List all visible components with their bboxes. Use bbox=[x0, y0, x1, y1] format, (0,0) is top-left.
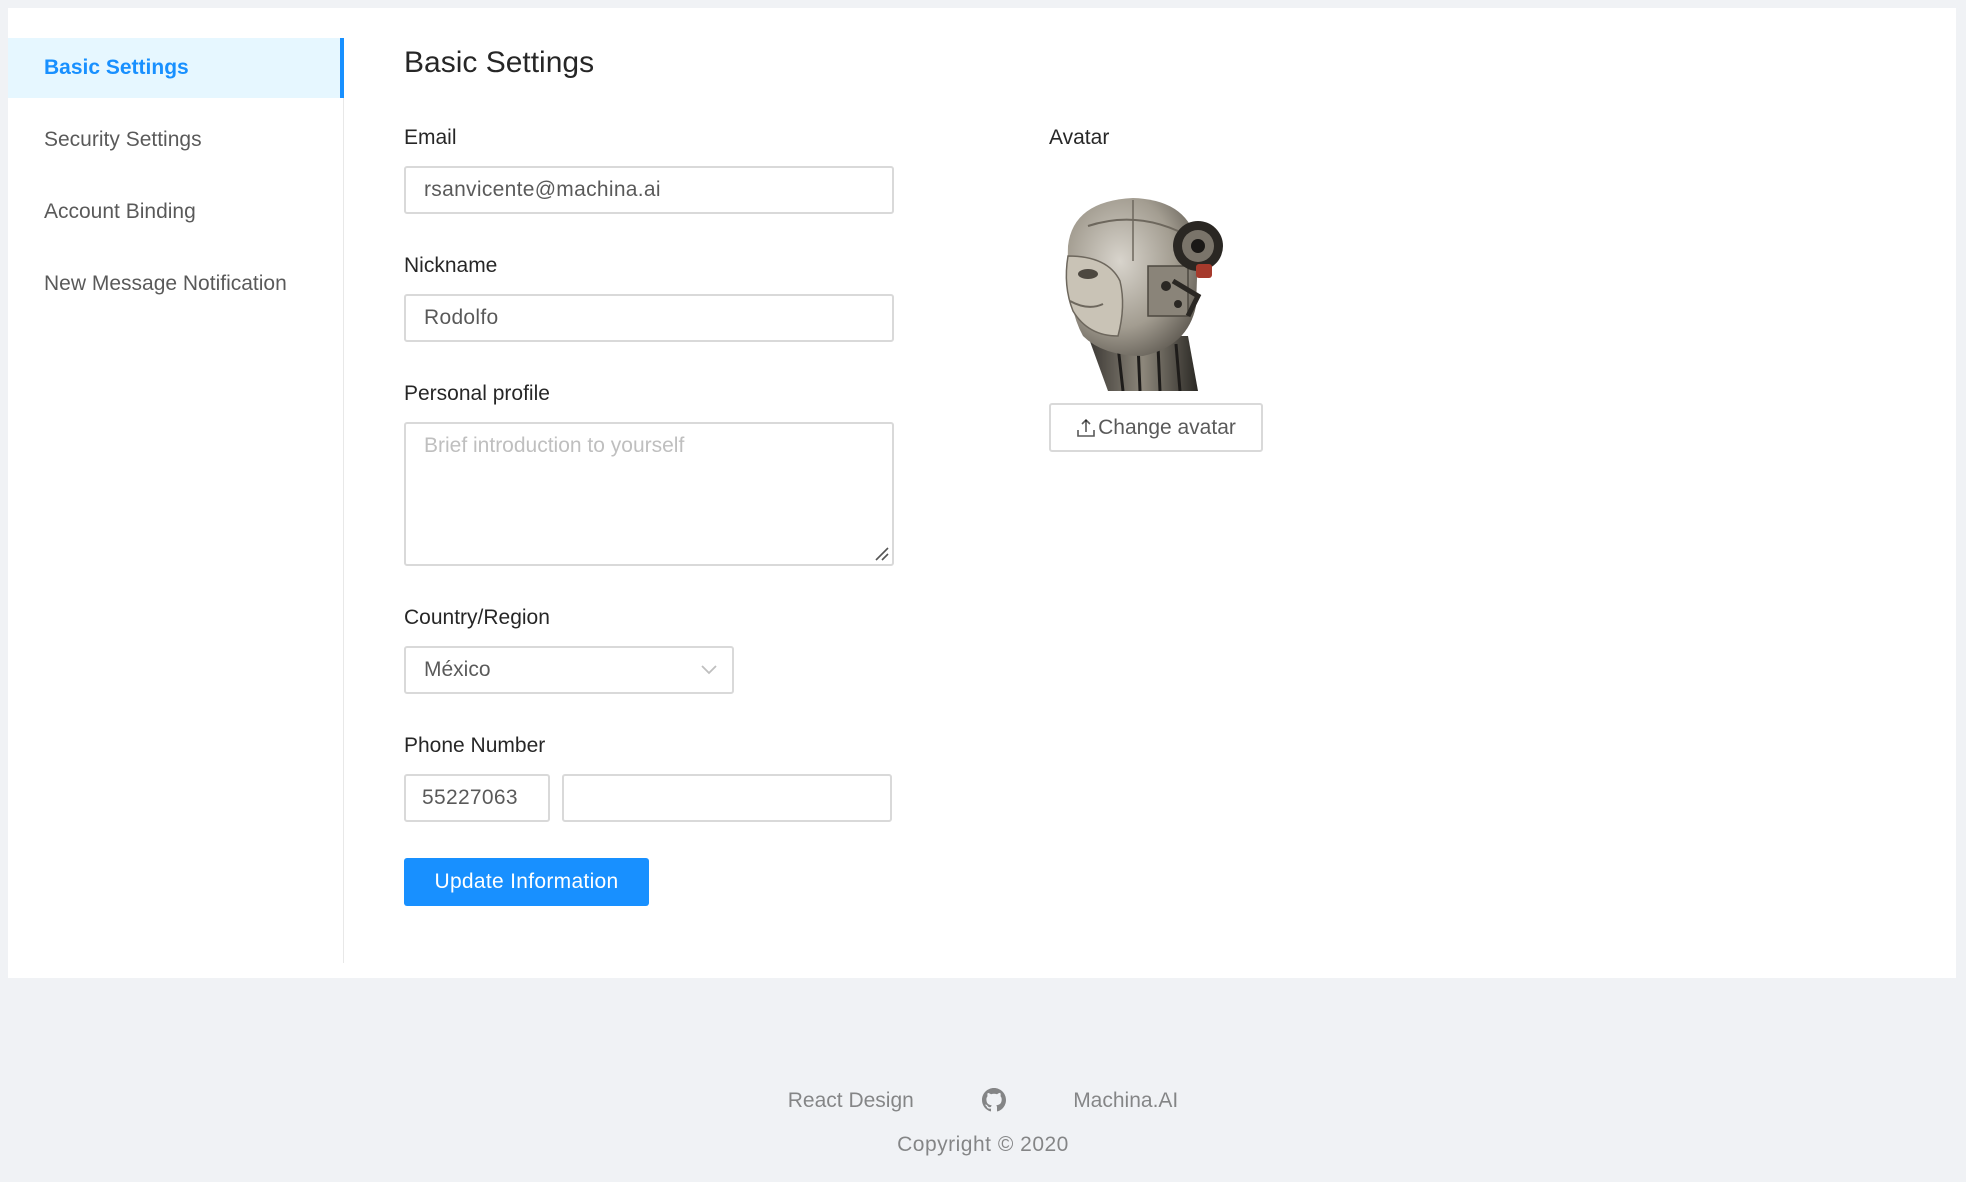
avatar bbox=[1065, 198, 1223, 391]
footer-link-react-design[interactable]: React Design bbox=[788, 1089, 914, 1113]
personal-profile-textarea[interactable] bbox=[404, 422, 894, 566]
settings-card: Basic Settings Security Settings Account… bbox=[8, 8, 1956, 978]
email-field[interactable] bbox=[404, 166, 894, 214]
sidebar-item-account-binding[interactable]: Account Binding bbox=[8, 182, 343, 242]
sidebar-item-basic-settings[interactable]: Basic Settings bbox=[8, 38, 344, 98]
sidebar-item-label: Account Binding bbox=[44, 200, 196, 223]
footer-links: React Design Machina.AI bbox=[0, 1088, 1966, 1114]
chevron-down-icon bbox=[701, 665, 717, 675]
page-title: Basic Settings bbox=[404, 46, 595, 79]
email-label: Email bbox=[404, 126, 457, 149]
sidebar-item-label: Security Settings bbox=[44, 128, 202, 151]
footer-link-machina-ai[interactable]: Machina.AI bbox=[1073, 1089, 1178, 1113]
country-region-label: Country/Region bbox=[404, 606, 550, 629]
resize-grip-icon[interactable] bbox=[874, 546, 890, 562]
country-region-value: México bbox=[424, 658, 491, 681]
phone-area-code-field[interactable] bbox=[404, 774, 550, 822]
country-region-select[interactable]: México bbox=[404, 646, 734, 694]
sidebar-item-new-message-notification[interactable]: New Message Notification bbox=[8, 254, 343, 314]
phone-number-field[interactable] bbox=[562, 774, 892, 822]
sidebar-item-label: New Message Notification bbox=[44, 272, 287, 295]
update-information-button[interactable]: Update Information bbox=[404, 858, 649, 906]
personal-profile-label: Personal profile bbox=[404, 382, 550, 405]
copyright-text: Copyright © 2020 bbox=[897, 1133, 1069, 1156]
phone-number-label: Phone Number bbox=[404, 734, 546, 757]
upload-icon bbox=[1077, 418, 1095, 437]
nickname-label: Nickname bbox=[404, 254, 498, 277]
github-icon[interactable] bbox=[981, 1088, 1006, 1114]
change-avatar-button[interactable]: Change avatar bbox=[1049, 403, 1263, 452]
settings-sidebar: Basic Settings Security Settings Account… bbox=[8, 38, 344, 963]
nickname-field[interactable] bbox=[404, 294, 894, 342]
avatar-label: Avatar bbox=[1049, 126, 1110, 149]
sidebar-item-label: Basic Settings bbox=[44, 56, 189, 79]
sidebar-item-security-settings[interactable]: Security Settings bbox=[8, 110, 343, 170]
change-avatar-label: Change avatar bbox=[1098, 415, 1236, 439]
